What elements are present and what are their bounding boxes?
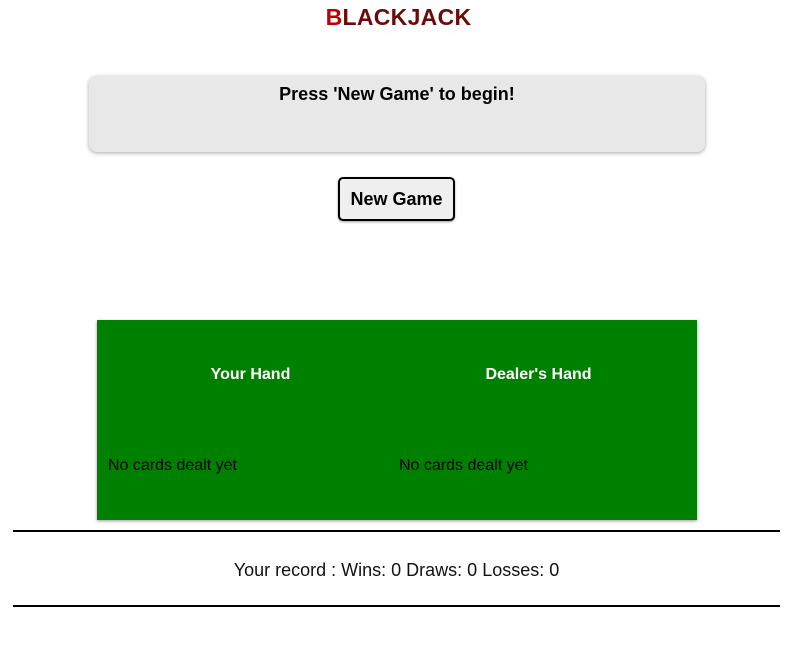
record-divider-bottom xyxy=(13,605,780,607)
dealer-hand: Dealer's Hand No cards dealt yet xyxy=(388,320,697,520)
card-table: Your Hand No cards dealt yet Dealer's Ha… xyxy=(97,320,697,520)
player-hand-title: Your Hand xyxy=(210,366,291,383)
record-summary: Your record : Wins: 0 Draws: 0 Losses: 0 xyxy=(233,560,560,580)
status-message: Press 'New Game' to begin! xyxy=(279,84,515,104)
dealer-hand-title: Dealer's Hand xyxy=(485,366,592,383)
player-hand-cards: No cards dealt yet xyxy=(108,457,237,474)
blackjack-page: BLACKJACK Press 'New Game' to begin! New… xyxy=(0,0,797,652)
record-divider-top xyxy=(13,530,780,532)
new-game-button[interactable]: New Game xyxy=(338,177,455,221)
page-title-first-letter: B xyxy=(325,4,343,30)
dealer-hand-cards: No cards dealt yet xyxy=(399,457,528,474)
page-title-rest: LACKJACK xyxy=(342,4,472,30)
player-hand: Your Hand No cards dealt yet xyxy=(97,320,388,520)
status-message-box: Press 'New Game' to begin! xyxy=(89,76,705,152)
page-title: BLACKJACK xyxy=(0,3,797,31)
